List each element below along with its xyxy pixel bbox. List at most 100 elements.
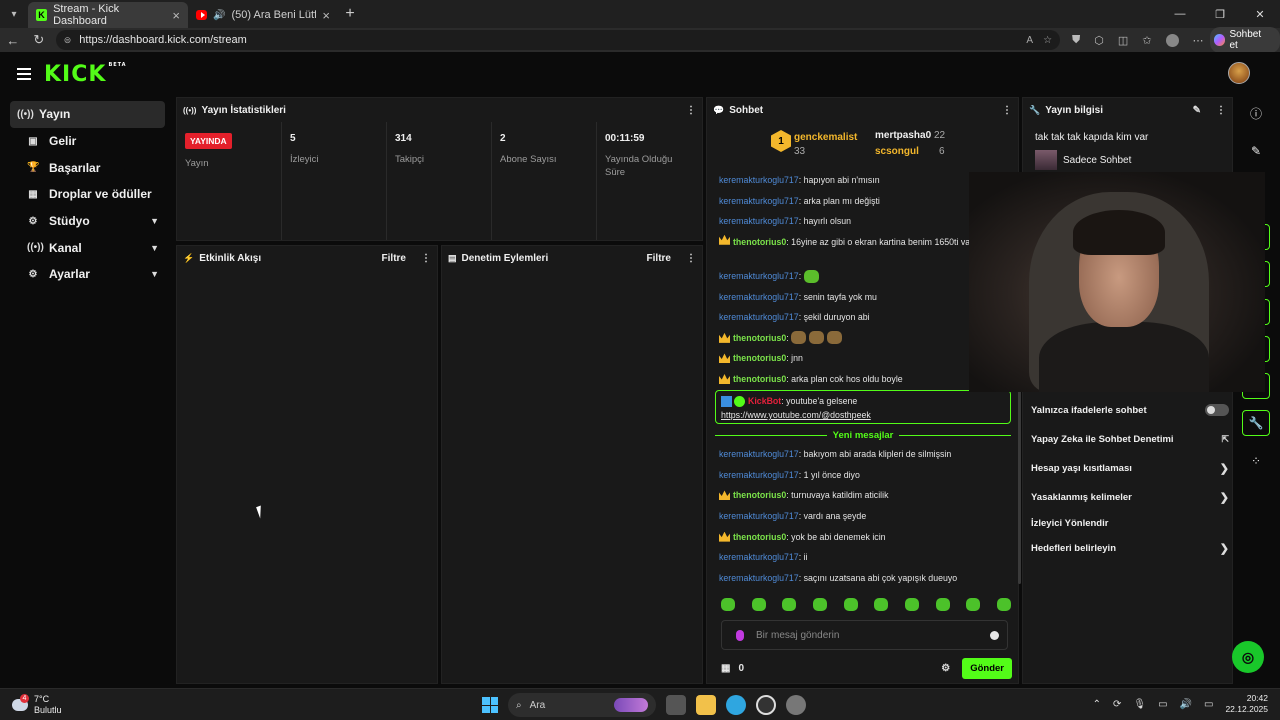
chat-username[interactable]: keremakturkoglu717 xyxy=(719,312,799,322)
wrench-icon[interactable]: 🔧 xyxy=(1242,410,1270,436)
url-field[interactable]: ⊜ https://dashboard.kick.com/stream A ☆ xyxy=(55,30,1061,50)
user-avatar[interactable] xyxy=(1228,62,1250,84)
support-chat-button[interactable]: ◎ xyxy=(1232,641,1264,673)
tab-kick-dashboard[interactable]: K Stream - Kick Dashboard × xyxy=(28,2,188,28)
edge-browser-icon[interactable] xyxy=(726,695,746,715)
apps-icon[interactable]: ⁘ xyxy=(1242,448,1270,474)
emote-icon[interactable] xyxy=(782,598,797,611)
minimize-icon[interactable]: — xyxy=(1160,8,1200,21)
chat-username[interactable]: thenotorius0 xyxy=(733,532,786,542)
new-messages-divider[interactable]: Yeni mesajlar xyxy=(715,428,1011,442)
sidebar-item-studyo[interactable]: ⚙ Stüdyo ▼ xyxy=(10,208,165,235)
emote-only-toggle[interactable] xyxy=(1205,404,1229,416)
gifter-name[interactable]: mertpasha0 xyxy=(875,130,931,141)
gifter-name[interactable]: genckemalist xyxy=(794,132,857,143)
gift-icon[interactable]: ▦ xyxy=(721,663,730,674)
sidebar-item-ayarlar[interactable]: ⚙ Ayarlar ▼ xyxy=(10,261,165,288)
settings-gear-icon[interactable] xyxy=(786,695,806,715)
emote-icon[interactable] xyxy=(721,598,735,611)
more-options-icon[interactable]: ⋮ xyxy=(1216,105,1226,116)
windows-start-icon[interactable] xyxy=(482,697,498,713)
chat-username[interactable]: thenotorius0 xyxy=(733,490,786,500)
info-icon[interactable]: ⓘ xyxy=(1242,100,1270,126)
extension-icon[interactable]: ⬡ xyxy=(1094,34,1104,47)
chat-username[interactable]: keremakturkoglu717 xyxy=(719,470,799,480)
speaker-icon[interactable]: 🔊 xyxy=(213,10,225,21)
split-screen-icon[interactable]: ◫ xyxy=(1118,34,1128,47)
more-options-icon[interactable]: ⋮ xyxy=(421,253,431,264)
more-menu-icon[interactable]: ⋯ xyxy=(1193,34,1204,47)
chat-username[interactable]: keremakturkoglu717 xyxy=(719,449,799,459)
favorites-icon[interactable]: ✩ xyxy=(1142,34,1151,47)
hamburger-menu-icon[interactable] xyxy=(17,68,31,80)
back-icon[interactable]: ← xyxy=(0,33,26,48)
microphone-icon[interactable] xyxy=(736,629,744,641)
network-icon[interactable]: ▭ xyxy=(1158,699,1167,710)
setting-account-age[interactable]: Hesap yaşı kısıtlaması ❯ xyxy=(1031,459,1229,477)
obs-icon[interactable] xyxy=(756,695,776,715)
taskbar-search[interactable]: ⌕ Ara xyxy=(508,693,656,717)
sidebar-item-yayin[interactable]: ((•)) Yayın xyxy=(10,101,165,128)
battery-icon[interactable]: ▭ xyxy=(1204,699,1213,710)
chat-username[interactable]: keremakturkoglu717 xyxy=(719,511,799,521)
chevron-up-icon[interactable]: ⌃ xyxy=(1093,699,1101,710)
profile-avatar-icon[interactable] xyxy=(1165,33,1179,47)
chat-username[interactable]: keremakturkoglu717 xyxy=(719,196,799,206)
kick-logo[interactable]: KICK BETA xyxy=(44,62,127,87)
close-window-icon[interactable]: ✕ xyxy=(1240,8,1280,21)
clock[interactable]: 20:42 22.12.2025 xyxy=(1225,693,1268,715)
setting-banned-words[interactable]: Yasaklanmış kelimeler ❯ xyxy=(1031,488,1229,506)
setting-ai-moderation[interactable]: Yapay Zeka ile Sohbet Denetimi ⇱ xyxy=(1031,430,1229,448)
close-tab-icon[interactable]: × xyxy=(172,8,180,23)
emote-icon[interactable] xyxy=(966,598,981,611)
sync-icon[interactable]: ⟳ xyxy=(1113,699,1121,710)
sidebar-item-droplar[interactable]: ▦ Droplar ve ödüller xyxy=(10,181,165,208)
chat-username[interactable]: KickBot xyxy=(748,396,781,406)
more-options-icon[interactable]: ⋮ xyxy=(686,105,696,116)
chat-username[interactable]: keremakturkoglu717 xyxy=(719,216,799,226)
send-button[interactable]: Gönder xyxy=(962,657,1012,679)
new-tab-button[interactable]: + xyxy=(338,5,362,23)
sidebar-item-basarilar[interactable]: 🏆 Başarılar xyxy=(10,154,165,181)
chat-username[interactable]: keremakturkoglu717 xyxy=(719,271,799,281)
chat-username[interactable]: thenotorius0 xyxy=(733,374,786,384)
chat-username[interactable]: keremakturkoglu717 xyxy=(719,573,799,583)
tab-actions-icon[interactable]: ▾ xyxy=(0,0,28,28)
chat-username[interactable]: thenotorius0 xyxy=(733,333,786,343)
close-tab-icon[interactable]: × xyxy=(322,8,330,23)
sidebar-item-kanal[interactable]: ((•)) Kanal ▼ xyxy=(10,234,165,261)
favorite-star-icon[interactable]: ☆ xyxy=(1043,35,1052,46)
chat-settings-icon[interactable]: ⚙ xyxy=(941,663,950,674)
maximize-icon[interactable]: ❐ xyxy=(1200,8,1240,21)
filter-button[interactable]: Filtre xyxy=(382,253,406,264)
read-aloud-icon[interactable]: A xyxy=(1026,35,1033,46)
chat-username[interactable]: thenotorius0 xyxy=(733,353,786,363)
volume-icon[interactable]: 🔊 xyxy=(1180,699,1192,710)
chat-username[interactable]: keremakturkoglu717 xyxy=(719,552,799,562)
gifter-name[interactable]: scsongul xyxy=(875,146,919,157)
chat-username[interactable]: thenotorius0 xyxy=(733,237,786,247)
microphone-icon[interactable]: 🎙 xyxy=(1133,699,1146,710)
refresh-icon[interactable]: ↻ xyxy=(26,32,52,48)
shield-icon[interactable]: ⛊ xyxy=(1072,34,1080,47)
emote-icon[interactable] xyxy=(843,598,858,611)
tab-youtube[interactable]: 🔊 (50) Ara Beni Lütfen - YouTube × xyxy=(188,2,338,28)
more-options-icon[interactable]: ⋮ xyxy=(686,253,696,264)
setting-emote-only[interactable]: Yalnızca ifadelerle sohbet xyxy=(1031,401,1229,419)
setting-host-viewers[interactable]: İzleyici Yönlendir xyxy=(1031,514,1229,532)
copilot-button[interactable]: Sohbet et xyxy=(1209,27,1280,53)
edit-pencil-icon[interactable]: ✎ xyxy=(1242,138,1270,164)
emote-icon[interactable] xyxy=(812,598,827,611)
emote-icon[interactable] xyxy=(874,598,889,611)
chat-message-input[interactable]: Bir mesaj gönderin xyxy=(721,620,1008,650)
edit-pencil-icon[interactable]: ✎ xyxy=(1193,105,1201,116)
emote-icon[interactable] xyxy=(996,598,1011,611)
sidebar-item-gelir[interactable]: ▣ Gelir xyxy=(10,128,165,155)
chat-username[interactable]: keremakturkoglu717 xyxy=(719,292,799,302)
youtube-link[interactable]: https://www.youtube.com/@dosthpeek xyxy=(721,410,871,420)
emoji-picker-icon[interactable] xyxy=(990,630,999,640)
emote-icon[interactable] xyxy=(904,598,919,611)
setting-goals[interactable]: Hedefleri belirleyin ❯ xyxy=(1031,539,1229,557)
task-view-icon[interactable] xyxy=(666,695,686,715)
emote-icon[interactable] xyxy=(751,598,766,611)
